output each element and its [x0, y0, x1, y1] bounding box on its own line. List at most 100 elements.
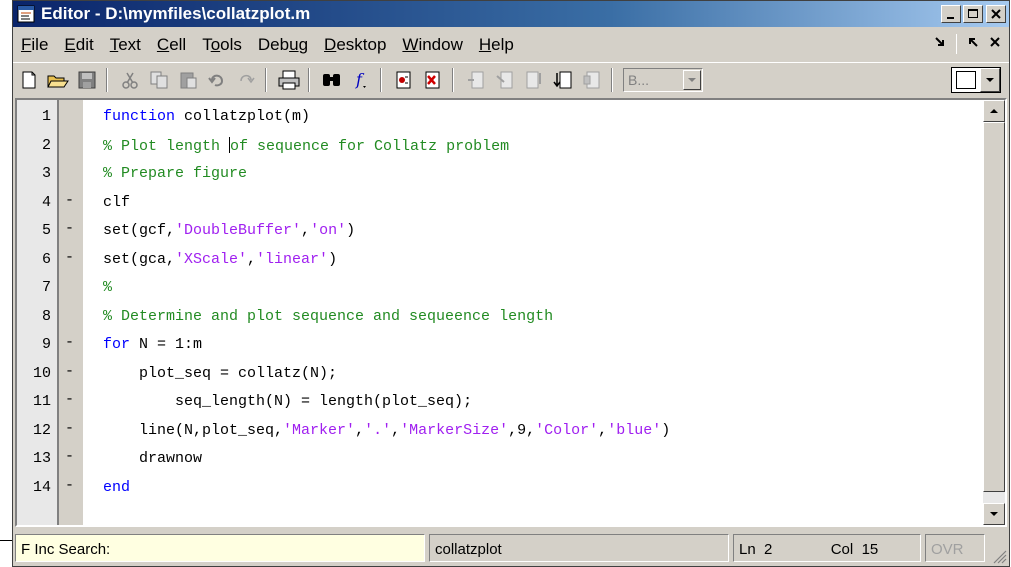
menu-right-controls: [934, 34, 1001, 54]
incremental-search-field[interactable]: F Inc Search:: [15, 534, 425, 562]
minimize-button[interactable]: [941, 5, 961, 23]
step-in-button[interactable]: [492, 67, 518, 93]
scroll-down-button[interactable]: [983, 503, 1005, 525]
new-file-icon: [22, 71, 36, 88]
breakpoint-marker[interactable]: -: [65, 192, 74, 209]
code-line[interactable]: 3 % Prepare figure: [17, 159, 977, 188]
breakpoint-marker[interactable]: -: [65, 249, 74, 266]
menu-cell[interactable]: Cell: [157, 33, 186, 57]
clear-breakpoints-button[interactable]: [420, 67, 446, 93]
maximize-button[interactable]: [963, 5, 983, 23]
arrow-down-icon: [990, 512, 998, 516]
line-number: 8: [41, 307, 51, 325]
vertical-scrollbar[interactable]: [983, 100, 1005, 525]
code-line[interactable]: 7%: [17, 273, 977, 302]
dock-arrow-icon: [969, 38, 978, 47]
undo-button[interactable]: [204, 67, 230, 93]
scroll-thumb[interactable]: [983, 122, 1005, 492]
menu-desktop[interactable]: Desktop: [324, 33, 386, 57]
code-token: collatzplot(m): [175, 108, 311, 125]
code-line[interactable]: 2 % Plot length of sequence for Collatz p…: [17, 131, 977, 160]
undock-button[interactable]: [934, 35, 946, 53]
breakpoint-marker[interactable]: -: [65, 448, 74, 465]
open-folder-icon: [47, 75, 69, 87]
set-breakpoint-button[interactable]: [391, 67, 417, 93]
code-line[interactable]: 4- clf: [17, 188, 977, 217]
breakpoint-marker[interactable]: -: [65, 334, 74, 351]
code-token: set(gcf,: [103, 222, 176, 239]
window-title: Editor - D:\mymfiles\collatzplot.m: [41, 4, 311, 23]
paste-button[interactable]: [175, 67, 201, 93]
string-token: 'XScale': [175, 250, 248, 268]
breakpoint-marker[interactable]: -: [65, 391, 74, 408]
menu-debug[interactable]: Debug: [258, 33, 308, 57]
menu-text[interactable]: Text: [110, 33, 141, 57]
new-file-button[interactable]: [16, 67, 42, 93]
menu-tools[interactable]: Tools: [202, 33, 242, 57]
menu-file[interactable]: File: [21, 33, 48, 57]
menu-edit[interactable]: Edit: [64, 33, 93, 57]
continue-button[interactable]: [550, 67, 576, 93]
code-line[interactable]: 12- line(N,plot_seq,'Marker','.','Marker…: [17, 416, 977, 445]
ln-value: 2: [764, 541, 773, 558]
code-text: % Prepare figure: [103, 165, 247, 182]
code-token: ): [661, 421, 671, 439]
title-bar[interactable]: Editor - D:\mymfiles\collatzplot.m: [13, 1, 1009, 27]
redo-button[interactable]: [233, 67, 259, 93]
code-line[interactable]: 14- end: [17, 473, 977, 502]
code-token: ,: [301, 222, 311, 239]
code-line[interactable]: 9- for N = 1:m: [17, 330, 977, 359]
step-out-button[interactable]: [521, 67, 547, 93]
code-line[interactable]: 6- set(gca,'XScale','linear'): [17, 245, 977, 274]
line-number: 11: [32, 393, 51, 410]
close-button[interactable]: [986, 5, 1006, 23]
code-editor[interactable]: 1 function collatzplot(m) 2 % Plot length o…: [15, 98, 1007, 527]
scroll-up-button[interactable]: [983, 100, 1005, 122]
code-text: for N = 1:m: [103, 336, 202, 353]
code-line[interactable]: 5- set(gcf,'DoubleBuffer','on'): [17, 216, 977, 245]
code-token: ): [346, 222, 356, 239]
code-line[interactable]: 11- seq_length(N) = length(plot_seq);: [17, 387, 977, 416]
resize-grip-icon[interactable]: [991, 548, 1007, 564]
toolbar: f B...: [13, 62, 1009, 96]
editor-close-button[interactable]: [989, 35, 1001, 53]
cut-button[interactable]: [117, 67, 143, 93]
save-button[interactable]: [74, 67, 100, 93]
breakpoint-marker[interactable]: -: [65, 220, 74, 237]
breakpoint-marker[interactable]: -: [65, 363, 74, 380]
open-button[interactable]: [45, 67, 71, 93]
code-token: ,: [355, 421, 365, 439]
exit-debug-button[interactable]: [579, 67, 605, 93]
layout-combo[interactable]: [951, 67, 1001, 93]
copy-button[interactable]: [146, 67, 172, 93]
stack-combo-dropdown[interactable]: [683, 69, 701, 90]
code-line[interactable]: 10- plot_seq = collatz(N);: [17, 359, 977, 388]
code-line[interactable]: 8 % Determine and plot sequence and seque…: [17, 302, 977, 331]
code-text: seq_length(N) = length(plot_seq);: [103, 393, 472, 410]
minimize-icon: [947, 17, 954, 19]
breakpoint-marker[interactable]: -: [65, 477, 74, 494]
find-button[interactable]: [319, 67, 345, 93]
line-number: 6: [41, 250, 51, 268]
step-button[interactable]: [463, 67, 489, 93]
function-button[interactable]: f: [348, 67, 374, 93]
code-line[interactable]: 13- drawnow: [17, 444, 977, 473]
breakpoint-marker[interactable]: -: [65, 420, 74, 437]
col-label: Col: [830, 541, 854, 558]
line-number: 4: [41, 193, 51, 211]
menu-help[interactable]: Help: [479, 33, 514, 57]
menu-window[interactable]: Window: [402, 33, 462, 57]
layout-combo-dropdown[interactable]: [980, 68, 1000, 92]
step-in-icon: [496, 71, 513, 88]
print-button[interactable]: [276, 67, 302, 93]
code-line[interactable]: 1 function collatzplot(m): [17, 102, 977, 131]
stack-combo[interactable]: B...: [623, 67, 703, 92]
string-token: 'on': [310, 222, 347, 239]
close-x-icon: [990, 37, 1000, 47]
comment-token: % Plot length: [103, 137, 230, 155]
code-text: plot_seq = collatz(N);: [103, 365, 337, 382]
dock-button[interactable]: [967, 35, 979, 53]
string-token: 'blue': [607, 421, 662, 439]
